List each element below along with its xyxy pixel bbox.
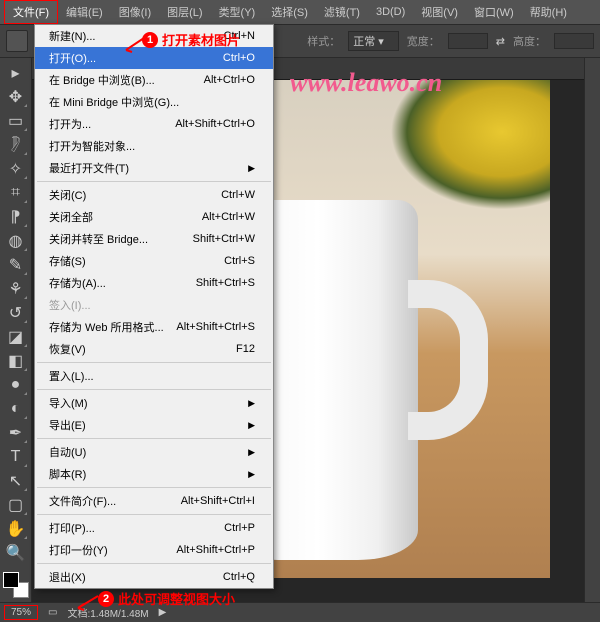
annotation-2: 2 此处可调整视图大小	[98, 589, 235, 608]
menu-item[interactable]: 在 Mini Bridge 中浏览(G)...	[35, 91, 273, 113]
right-panel-collapsed[interactable]	[584, 58, 600, 602]
menu-3d[interactable]: 3D(D)	[368, 3, 413, 21]
zoom-tool-icon[interactable]: 🔍	[4, 542, 28, 564]
pen-tool-icon[interactable]: ✒	[4, 422, 28, 444]
marquee-tool-icon[interactable]: ▭	[4, 110, 28, 132]
menu-item[interactable]: 存储为(A)...Shift+Ctrl+S	[35, 272, 273, 294]
menu-item[interactable]: 关闭(C)Ctrl+W	[35, 184, 273, 206]
annotation-1-arrow-icon	[122, 36, 146, 54]
menu-view[interactable]: 视图(V)	[413, 1, 466, 23]
move-tool-icon[interactable]: ✥	[4, 86, 28, 108]
color-swatch[interactable]	[3, 572, 29, 598]
shape-tool-icon[interactable]: ▢	[4, 494, 28, 516]
annotation-2-arrow-icon	[74, 594, 100, 612]
gradient-tool-icon[interactable]: ◧	[4, 350, 28, 372]
menu-edit[interactable]: 编辑(E)	[58, 1, 111, 23]
annotation-2-badge: 2	[98, 591, 114, 607]
annotation-2-text: 此处可调整视图大小	[118, 589, 235, 608]
tool-preset-icon[interactable]	[6, 30, 28, 52]
menu-item[interactable]: 退出(X)Ctrl+Q	[35, 566, 273, 588]
annotation-1: 1 打开素材图片	[142, 30, 240, 49]
menu-item[interactable]: 存储为 Web 所用格式...Alt+Shift+Ctrl+S	[35, 316, 273, 338]
heal-tool-icon[interactable]: ◍	[4, 230, 28, 252]
height-label: 高度：	[513, 33, 546, 49]
dodge-tool-icon[interactable]: ◐	[4, 398, 28, 420]
type-tool-icon[interactable]: T	[4, 446, 28, 468]
file-menu-dropdown: 新建(N)...Ctrl+N打开(O)...Ctrl+O在 Bridge 中浏览…	[34, 24, 274, 589]
menu-item[interactable]: 置入(L)...	[35, 365, 273, 387]
swap-icon[interactable]: ⇄	[496, 35, 505, 48]
menu-image[interactable]: 图像(I)	[111, 1, 159, 23]
menu-item[interactable]: 打印一份(Y)Alt+Shift+Ctrl+P	[35, 539, 273, 561]
lasso-tool-icon[interactable]: 𓏢	[4, 134, 28, 156]
wand-tool-icon[interactable]: ✧	[4, 158, 28, 180]
annotation-1-text: 打开素材图片	[162, 30, 240, 49]
menu-item[interactable]: 关闭全部Alt+Ctrl+W	[35, 206, 273, 228]
menu-item[interactable]: 存储(S)Ctrl+S	[35, 250, 273, 272]
statusbar-arrow-icon[interactable]: ▶	[159, 607, 167, 618]
menu-item[interactable]: 打开为...Alt+Shift+Ctrl+O	[35, 113, 273, 135]
eraser-tool-icon[interactable]: ◪	[4, 326, 28, 348]
menu-window[interactable]: 窗口(W)	[466, 1, 522, 23]
menu-layer[interactable]: 图层(L)	[159, 1, 210, 23]
hand-tool-icon[interactable]: ✋	[4, 518, 28, 540]
menu-item[interactable]: 打印(P)...Ctrl+P	[35, 517, 273, 539]
menu-file[interactable]: 文件(F)	[4, 0, 58, 24]
menu-help[interactable]: 帮助(H)	[522, 1, 575, 23]
style-label: 样式：	[307, 33, 340, 49]
menu-item: 签入(I)...	[35, 294, 273, 316]
watermark: www.leawo.cn	[290, 68, 442, 98]
zoom-level[interactable]: 75%	[4, 605, 38, 620]
menubar: 文件(F) 编辑(E) 图像(I) 图层(L) 类型(Y) 选择(S) 滤镜(T…	[0, 0, 600, 24]
menu-type[interactable]: 类型(Y)	[211, 1, 264, 23]
history-brush-tool-icon[interactable]: ↺	[4, 302, 28, 324]
width-input[interactable]	[448, 33, 488, 49]
brush-tool-icon[interactable]: ✎	[4, 254, 28, 276]
toolbar: ▸ ✥ ▭ 𓏢 ✧ ⌗ ⁋ ◍ ✎ ⚘ ↺ ◪ ◧ ● ◐ ✒ T ↖ ▢ ✋ …	[0, 58, 32, 602]
width-label: 宽度：	[407, 33, 440, 49]
menu-item[interactable]: 导入(M)▶	[35, 392, 273, 414]
menu-item[interactable]: 恢复(V)F12	[35, 338, 273, 360]
menu-item[interactable]: 自动(U)▶	[35, 441, 273, 463]
height-input[interactable]	[554, 33, 594, 49]
menu-item[interactable]: 打开为智能对象...	[35, 135, 273, 157]
menu-item[interactable]: 在 Bridge 中浏览(B)...Alt+Ctrl+O	[35, 69, 273, 91]
crop-tool-icon[interactable]: ⌗	[4, 182, 28, 204]
menu-item[interactable]: 导出(E)▶	[35, 414, 273, 436]
menu-item[interactable]: 文件简介(F)...Alt+Shift+Ctrl+I	[35, 490, 273, 512]
eyedropper-tool-icon[interactable]: ⁋	[4, 206, 28, 228]
style-select[interactable]: 正常 ▾	[348, 31, 399, 51]
blur-tool-icon[interactable]: ●	[4, 374, 28, 396]
menu-item[interactable]: 关闭并转至 Bridge...Shift+Ctrl+W	[35, 228, 273, 250]
menu-select[interactable]: 选择(S)	[263, 1, 316, 23]
menu-item[interactable]: 打开(O)...Ctrl+O	[35, 47, 273, 69]
menu-item[interactable]: 最近打开文件(T)▶	[35, 157, 273, 179]
foreground-color[interactable]	[3, 572, 19, 588]
tool-tabs-icon[interactable]: ▸	[4, 62, 28, 84]
path-tool-icon[interactable]: ↖	[4, 470, 28, 492]
stamp-tool-icon[interactable]: ⚘	[4, 278, 28, 300]
menu-item[interactable]: 脚本(R)▶	[35, 463, 273, 485]
menu-filter[interactable]: 滤镜(T)	[316, 1, 368, 23]
doc-size-icon: ▭	[48, 607, 57, 618]
